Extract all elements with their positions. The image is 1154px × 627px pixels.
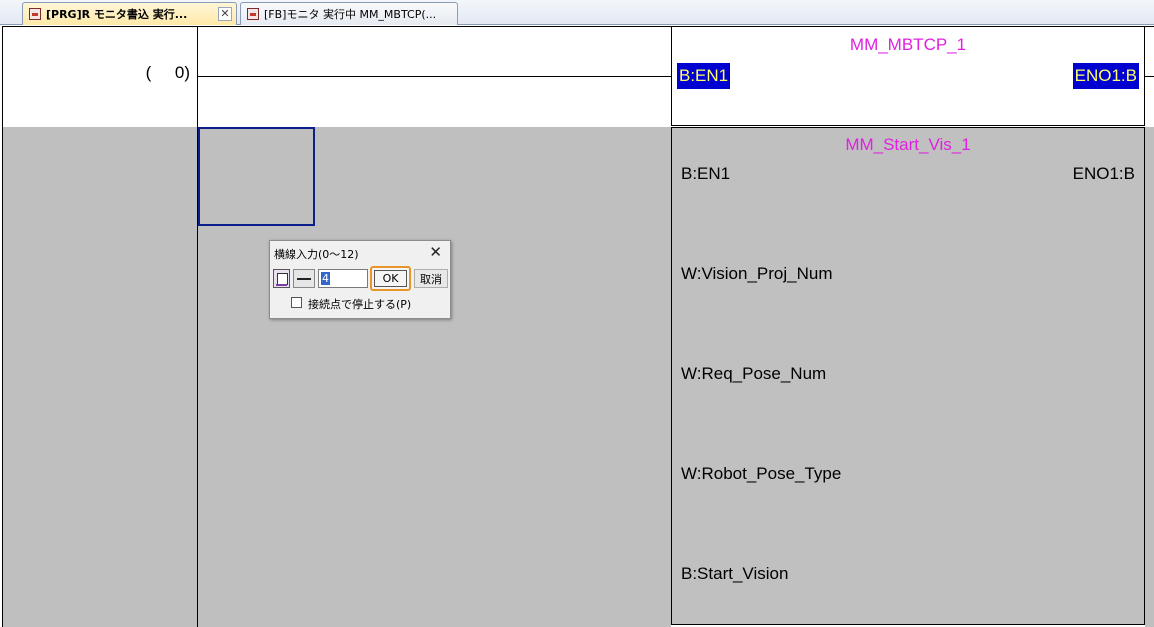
ladder-editor[interactable]: ( 0) MM_MBTCP_1 B:EN1 ENO1:B MM_Start_Vi… (0, 26, 1154, 627)
fb-instance-name: MM_Start_Vis_1 (845, 135, 971, 154)
tab-function-block-label: [FB]モニタ 実行中 MM_MBTCP(... (264, 8, 437, 21)
cancel-button[interactable]: 取消 (414, 269, 448, 288)
left-power-rail (197, 26, 198, 627)
horizontal-line-input-dialog: 横線入力(0～12) ✕ 4 OK 取消 接続点で停止する(P) (269, 240, 451, 319)
fb-input-vision-proj-num[interactable]: W:Vision_Proj_Num (681, 264, 833, 284)
function-block-start-vis[interactable]: MM_Start_Vis_1 B:EN1 ENO1:B W:Vision_Pro… (671, 127, 1145, 625)
close-icon[interactable]: ✕ (429, 244, 442, 260)
ladder-cursor[interactable] (198, 127, 315, 226)
inactive-area-left (3, 127, 197, 627)
fb-output-eno[interactable]: ENO1:B (1073, 164, 1135, 184)
close-icon[interactable]: ✕ (218, 7, 232, 21)
ladder-icon[interactable] (273, 269, 290, 288)
fb-output-eno[interactable]: ENO1:B (1072, 63, 1139, 89)
function-block-mbtcp[interactable]: MM_MBTCP_1 B:EN1 ENO1:B (671, 26, 1145, 126)
tab-function-block[interactable]: [FB]モニタ 実行中 MM_MBTCP(... (240, 2, 458, 25)
tab-bar: [PRG]R モニタ書込 実行... ✕ [FB]モニタ 実行中 MM_MBTC… (0, 0, 1154, 25)
dialog-title: 横線入力(0～12) (274, 248, 359, 261)
fb-input-robot-pose-type[interactable]: W:Robot_Pose_Type (681, 464, 841, 484)
stop-at-junction-checkbox[interactable] (291, 297, 302, 308)
fb-input-en[interactable]: B:EN1 (677, 63, 731, 89)
rung-wire (198, 76, 671, 77)
left-margin-line (2, 26, 3, 627)
step-number: ( 0) (145, 63, 190, 82)
fb-input-req-pose-num[interactable]: W:Req_Pose_Num (681, 364, 826, 384)
tab-program[interactable]: [PRG]R モニタ書込 実行... ✕ (22, 2, 237, 25)
fb-input-start-vision[interactable]: B:Start_Vision (681, 564, 788, 584)
tab-program-label: [PRG]R モニタ書込 実行... (46, 8, 188, 21)
horizontal-line-icon[interactable] (293, 269, 315, 288)
ok-button-label: OK (374, 270, 407, 287)
fb-input-en[interactable]: B:EN1 (681, 164, 730, 184)
function-block-icon (247, 8, 259, 20)
line-length-input[interactable]: 4 (318, 269, 368, 288)
ok-button[interactable]: OK (370, 266, 411, 291)
fb-instance-name: MM_MBTCP_1 (849, 35, 967, 54)
stop-at-junction-label: 接続点で停止する(P) (308, 298, 412, 311)
inactive-area-right (1145, 127, 1154, 627)
program-icon (29, 8, 41, 20)
rung-wire-out (1145, 76, 1154, 77)
line-length-value: 4 (321, 272, 330, 285)
